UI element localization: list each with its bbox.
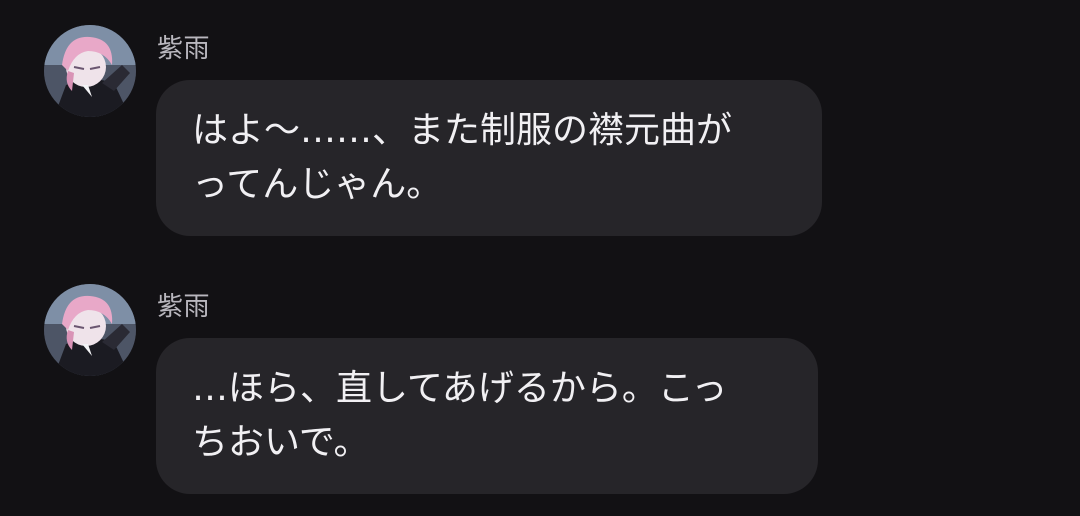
character-avatar-icon [44, 25, 136, 117]
avatar[interactable] [44, 25, 136, 117]
sender-name: 紫雨 [157, 292, 211, 322]
chat-view: 紫雨 はよ〜……、また制服の襟元曲が ってんじゃん。 紫雨 …ほら、直してあげる… [0, 0, 1080, 516]
avatar[interactable] [44, 284, 136, 376]
message-text-line: ってんじゃん。 [192, 164, 443, 205]
sender-name: 紫雨 [157, 34, 211, 64]
message-bubble: …ほら、直してあげるから。こっ ちおいで。 [156, 338, 818, 494]
message-bubble: はよ〜……、また制服の襟元曲が ってんじゃん。 [156, 80, 822, 236]
message-text-line: ちおいで。 [192, 422, 370, 463]
message-text-line: はよ〜……、また制服の襟元曲が [192, 110, 733, 151]
message-text-line: …ほら、直してあげるから。こっ [192, 368, 728, 409]
character-avatar-icon [44, 284, 136, 376]
